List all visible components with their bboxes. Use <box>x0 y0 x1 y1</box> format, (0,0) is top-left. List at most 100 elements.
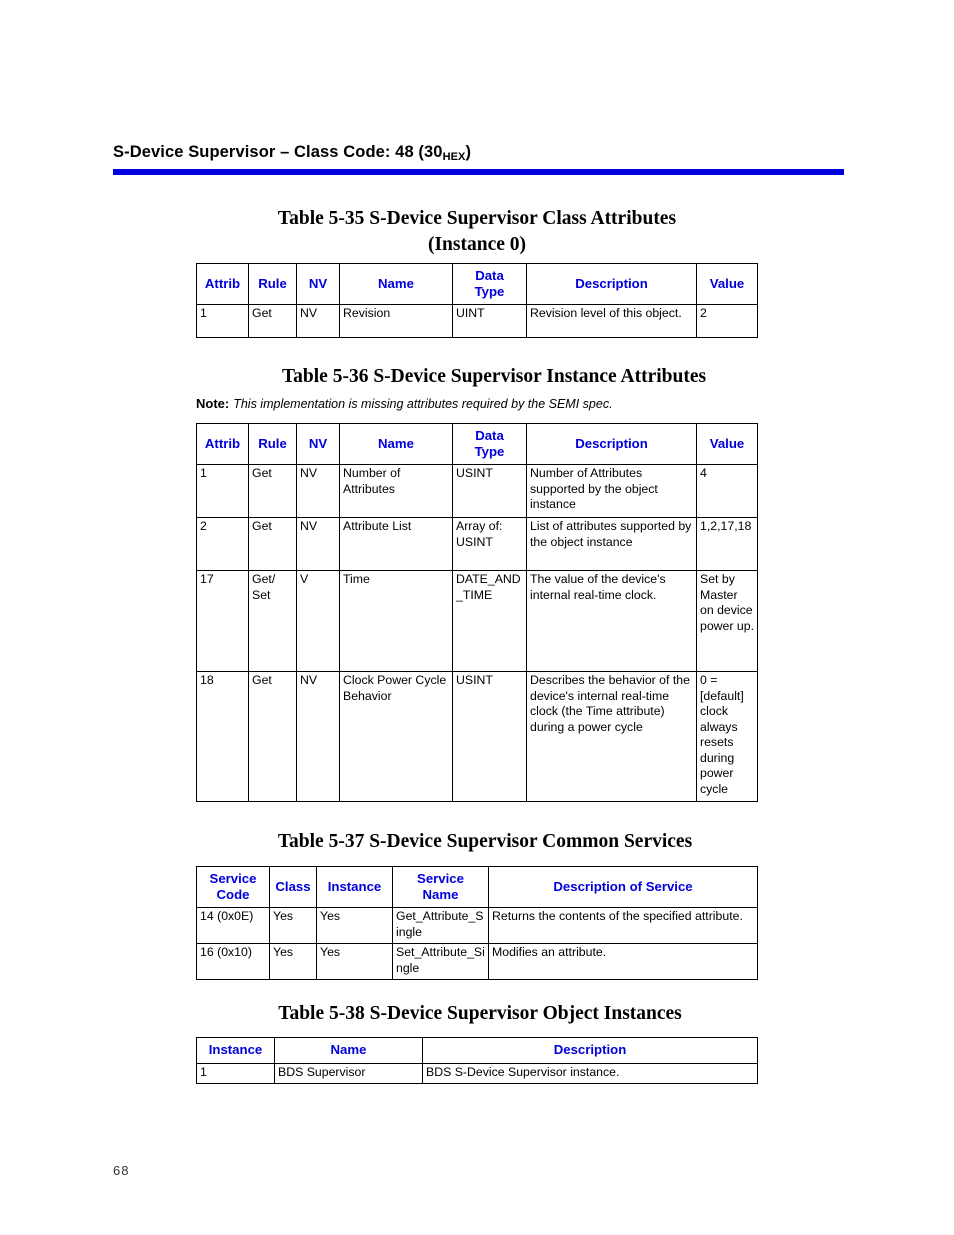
cell-value: 0 = [default] clock always resets during… <box>696 671 758 803</box>
cell-data-type: USINT <box>452 464 527 519</box>
cell-attrib: 1 <box>196 304 249 339</box>
table-5-37-caption-line1: Table 5-37 S-Device Supervisor Common Se… <box>277 831 693 852</box>
column-header-data-type: Data Type <box>452 422 527 466</box>
cell-name: Revision <box>339 304 453 339</box>
cell-class: Yes <box>269 943 317 981</box>
cell-service-code: 14 (0x0E) <box>196 907 270 945</box>
column-header-rule: Rule <box>248 422 297 466</box>
cell-attrib: 17 <box>196 570 249 673</box>
cell-attrib: 2 <box>196 517 249 572</box>
table-5-35-caption: Table 5-35 S-Device Supervisor Class Att… <box>196 206 758 257</box>
running-head-title-tail: ) <box>465 143 472 161</box>
table-row: 1 BDS Supervisor BDS S-Device Supervisor… <box>196 1062 758 1084</box>
cell-description: BDS S-Device Supervisor instance. <box>422 1062 758 1084</box>
column-header-attrib: Attrib <box>196 422 249 466</box>
table-5-36-note: Note: This implementation is missing attr… <box>196 396 613 411</box>
document-page: S-Device Supervisor – Class Code: 48 (30… <box>0 0 954 1235</box>
cell-instance: Yes <box>316 907 393 945</box>
column-header-name: Name <box>339 422 453 466</box>
table-header-row: Instance Name Description <box>196 1037 758 1064</box>
cell-nv: V <box>296 570 340 673</box>
cell-nv: NV <box>296 304 340 339</box>
cell-description: Number of Attributes supported by the ob… <box>526 464 697 519</box>
table-5-36: Attrib Rule NV Name Data Type Descriptio… <box>196 422 758 803</box>
table-5-35-caption-line1: Table 5-35 S-Device Supervisor Class Att… <box>277 208 677 229</box>
cell-instance: 1 <box>196 1062 275 1084</box>
column-header-description: Description <box>526 422 697 466</box>
column-header-value: Value <box>696 262 758 306</box>
column-header-name: Name <box>339 262 453 306</box>
table-row: 14 (0x0E) Yes Yes Get_Attribute_Single R… <box>196 907 758 945</box>
cell-service-name: Get_Attribute_Single <box>392 907 489 945</box>
column-header-instance: Instance <box>196 1037 275 1064</box>
cell-data-type: UINT <box>452 304 527 339</box>
running-head-title-main: S-Device Supervisor – Class Code: 48 (30 <box>113 143 443 161</box>
cell-value: Set by Master on device power up. <box>696 570 758 673</box>
running-head: S-Device Supervisor – Class Code: 48 (30… <box>113 143 843 163</box>
cell-data-type: USINT <box>452 671 527 803</box>
table-5-38-caption: Table 5-38 S-Device Supervisor Object In… <box>196 1001 764 1027</box>
cell-value: 1,2,17,18 <box>696 517 758 572</box>
column-header-class: Class <box>269 865 317 909</box>
cell-data-type: DATE_AND_TIME <box>452 570 527 673</box>
running-head-title: S-Device Supervisor – Class Code: 48 (30… <box>113 143 843 163</box>
column-header-instance: Instance <box>316 865 393 909</box>
cell-rule: Get/ Set <box>248 570 297 673</box>
table-row: 2 Get NV Attribute List Array of: USINT … <box>196 517 758 572</box>
cell-value: 2 <box>696 304 758 339</box>
page-number: 68 <box>113 1163 130 1178</box>
table-row: 16 (0x10) Yes Yes Set_Attribute_Single M… <box>196 943 758 981</box>
cell-rule: Get <box>248 464 297 519</box>
column-header-service-code: Service Code <box>196 865 270 909</box>
table-5-37: Service Code Class Instance Service Name… <box>196 865 758 981</box>
cell-name: Time <box>339 570 453 673</box>
table-row: 18 Get NV Clock Power Cycle Behavior USI… <box>196 671 758 803</box>
table-5-38: Instance Name Description 1 BDS Supervis… <box>196 1037 758 1084</box>
cell-name: Clock Power Cycle Behavior <box>339 671 453 803</box>
cell-service-code: 16 (0x10) <box>196 943 270 981</box>
column-header-description: Description <box>422 1037 758 1064</box>
note-body: This implementation is missing attribute… <box>233 397 613 411</box>
cell-attrib: 1 <box>196 464 249 519</box>
cell-description: Describes the behavior of the device's i… <box>526 671 697 803</box>
cell-class: Yes <box>269 907 317 945</box>
note-label: Note: <box>196 396 230 411</box>
table-header-row: Service Code Class Instance Service Name… <box>196 865 758 909</box>
column-header-data-type: Data Type <box>452 262 527 306</box>
column-header-nv: NV <box>296 262 340 306</box>
cell-service-name: Set_Attribute_Single <box>392 943 489 981</box>
column-header-service-name: Service Name <box>392 865 489 909</box>
cell-rule: Get <box>248 671 297 803</box>
table-row: 1 Get NV Revision UINT Revision level of… <box>196 304 758 339</box>
cell-name: Number of Attributes <box>339 464 453 519</box>
cell-description: The value of the device's internal real-… <box>526 570 697 673</box>
table-row: 17 Get/ Set V Time DATE_AND_TIME The val… <box>196 570 758 673</box>
cell-name: BDS Supervisor <box>274 1062 423 1084</box>
column-header-name: Name <box>274 1037 423 1064</box>
table-header-row: Attrib Rule NV Name Data Type Descriptio… <box>196 262 758 306</box>
cell-nv: NV <box>296 671 340 803</box>
cell-instance: Yes <box>316 943 393 981</box>
cell-value: 4 <box>696 464 758 519</box>
header-rule-bar <box>113 169 844 175</box>
cell-rule: Get <box>248 304 297 339</box>
table-5-36-caption: Table 5-36 S-Device Supervisor Instance … <box>196 364 792 390</box>
cell-name: Attribute List <box>339 517 453 572</box>
column-header-value: Value <box>696 422 758 466</box>
cell-nv: NV <box>296 464 340 519</box>
cell-rule: Get <box>248 517 297 572</box>
column-header-description: Description <box>526 262 697 306</box>
table-header-row: Attrib Rule NV Name Data Type Descriptio… <box>196 422 758 466</box>
cell-data-type: Array of: USINT <box>452 517 527 572</box>
cell-description: List of attributes supported by the obje… <box>526 517 697 572</box>
table-5-36-caption-line1: Table 5-36 S-Device Supervisor Instance … <box>281 366 707 387</box>
column-header-nv: NV <box>296 422 340 466</box>
column-header-attrib: Attrib <box>196 262 249 306</box>
table-5-37-caption: Table 5-37 S-Device Supervisor Common Se… <box>196 829 774 855</box>
column-header-rule: Rule <box>248 262 297 306</box>
table-5-35: Attrib Rule NV Name Data Type Descriptio… <box>196 262 758 339</box>
table-row: 1 Get NV Number of Attributes USINT Numb… <box>196 464 758 519</box>
cell-attrib: 18 <box>196 671 249 803</box>
cell-description: Returns the contents of the specified at… <box>488 907 758 945</box>
running-head-subscript: HEX <box>442 151 466 163</box>
